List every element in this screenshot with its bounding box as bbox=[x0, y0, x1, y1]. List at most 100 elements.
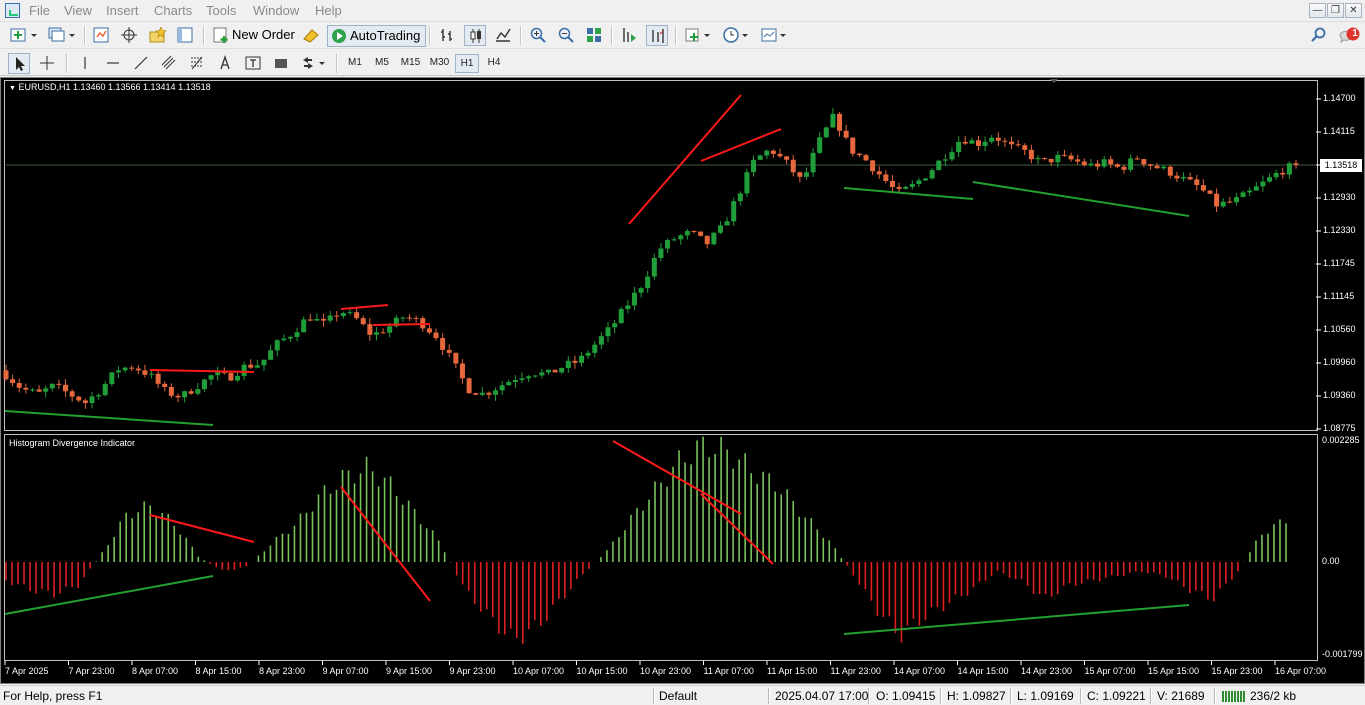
candle-bearish bbox=[883, 174, 889, 181]
candle-bearish bbox=[889, 180, 895, 188]
candle-bearish bbox=[1167, 166, 1173, 176]
time-axis-label: 10 Apr 07:00 bbox=[513, 666, 565, 676]
candle-bearish bbox=[440, 338, 446, 350]
candle-bullish bbox=[1247, 190, 1253, 193]
candle-bullish bbox=[956, 141, 962, 153]
candle-bullish bbox=[115, 370, 121, 373]
bar-datetime: 2025.04.07 17:00 bbox=[775, 689, 869, 703]
time-axis-label: 14 Apr 15:00 bbox=[957, 666, 1009, 676]
collapse-triangle-icon: ▼ bbox=[9, 85, 16, 92]
candle-bullish bbox=[565, 360, 571, 369]
candle-bullish bbox=[658, 248, 664, 258]
candle-bearish bbox=[426, 328, 432, 333]
candle-bullish bbox=[235, 375, 241, 381]
bar-low: L: 1.09169 bbox=[1017, 689, 1074, 703]
candle-bearish bbox=[82, 400, 88, 404]
candle-bearish bbox=[248, 364, 254, 368]
candle-bearish bbox=[856, 153, 862, 156]
time-axis-label: 15 Apr 07:00 bbox=[1084, 666, 1136, 676]
candle-bearish bbox=[1002, 140, 1008, 142]
candle-bearish bbox=[162, 383, 168, 387]
traffic-indicator: 236/2 kb bbox=[1250, 689, 1297, 703]
candle-bearish bbox=[453, 352, 459, 364]
bullish-divergence-line[interactable] bbox=[843, 187, 974, 200]
bullish-divergence-line[interactable] bbox=[4, 410, 214, 426]
candle-bearish bbox=[1174, 175, 1180, 179]
candle-bullish bbox=[1088, 163, 1094, 166]
candle-bearish bbox=[975, 140, 981, 146]
candle-bearish bbox=[770, 150, 776, 154]
candle-bullish bbox=[645, 276, 651, 289]
bearish-divergence-line[interactable] bbox=[372, 323, 431, 326]
chart-shift-marker[interactable] bbox=[1050, 79, 1058, 83]
candle-bullish bbox=[1233, 197, 1239, 203]
time-axis-label: 8 Apr 07:00 bbox=[132, 666, 179, 676]
candle-bullish bbox=[923, 178, 929, 181]
candle-bearish bbox=[307, 319, 313, 321]
candle-bearish bbox=[1015, 144, 1021, 146]
candle-bullish bbox=[929, 170, 935, 179]
indicator-axis-label: 0.00 bbox=[1322, 556, 1340, 566]
bearish-divergence-line[interactable] bbox=[340, 304, 389, 310]
candle-bullish bbox=[803, 172, 809, 177]
candle-bullish bbox=[400, 317, 406, 319]
candle-bearish bbox=[1121, 166, 1127, 170]
candle-bearish bbox=[876, 171, 882, 175]
help-hint: For Help, press F1 bbox=[3, 689, 103, 703]
candle-bullish bbox=[327, 315, 333, 321]
candle-bullish bbox=[215, 372, 221, 376]
candle-bearish bbox=[10, 379, 16, 384]
time-axis-label: 8 Apr 23:00 bbox=[259, 666, 306, 676]
candle-bullish bbox=[102, 384, 108, 396]
status-separator bbox=[653, 688, 654, 704]
candle-bearish bbox=[1095, 163, 1101, 167]
candle-bullish bbox=[43, 388, 49, 392]
candle-bullish bbox=[29, 389, 35, 391]
candle-bearish bbox=[354, 312, 360, 319]
candle-bullish bbox=[671, 239, 677, 241]
candle-bearish bbox=[1022, 145, 1028, 150]
time-axis-label: 11 Apr 15:00 bbox=[767, 666, 818, 676]
candle-bullish bbox=[294, 332, 300, 337]
candle-bullish bbox=[724, 221, 730, 226]
candle-bearish bbox=[896, 187, 902, 189]
candle-bullish bbox=[340, 313, 346, 317]
candle-bearish bbox=[446, 349, 452, 353]
candle-bearish bbox=[962, 141, 968, 144]
candle-bullish bbox=[499, 385, 505, 391]
candle-bearish bbox=[367, 324, 373, 335]
bearish-divergence-line[interactable] bbox=[628, 94, 742, 225]
bullish-divergence-line[interactable] bbox=[972, 181, 1190, 217]
candle-bullish bbox=[711, 232, 717, 245]
candle-bullish bbox=[909, 184, 915, 187]
candle-bullish bbox=[254, 365, 260, 368]
bearish-divergence-line[interactable] bbox=[700, 128, 782, 162]
candle-bullish bbox=[903, 186, 909, 189]
candle-bullish bbox=[519, 378, 525, 381]
candle-bearish bbox=[142, 370, 148, 375]
candle-bearish bbox=[69, 391, 75, 397]
candle-bearish bbox=[870, 160, 876, 172]
candle-bullish bbox=[764, 150, 770, 156]
time-axis-label: 10 Apr 23:00 bbox=[640, 666, 692, 676]
bearish-divergence-line[interactable] bbox=[149, 514, 255, 543]
bearish-divergence-line[interactable] bbox=[700, 493, 774, 565]
candle-bullish bbox=[942, 159, 948, 161]
candle-bearish bbox=[168, 386, 174, 396]
candle-bullish bbox=[989, 137, 995, 142]
candle-bullish bbox=[751, 159, 757, 173]
candle-bullish bbox=[208, 375, 214, 380]
candle-bullish bbox=[1128, 158, 1134, 170]
price-axis-label: 1.09360 bbox=[1323, 390, 1356, 400]
candle-bearish bbox=[188, 391, 194, 394]
bearish-divergence-line[interactable] bbox=[149, 369, 255, 373]
candle-bearish bbox=[797, 172, 803, 177]
bar-volume: V: 21689 bbox=[1157, 689, 1205, 703]
profile-name: Default bbox=[659, 689, 698, 703]
candle-bullish bbox=[89, 396, 95, 404]
candle-bearish bbox=[1200, 185, 1206, 191]
candle-bullish bbox=[817, 137, 823, 153]
candle-bullish bbox=[195, 389, 201, 394]
candle-bearish bbox=[63, 384, 69, 392]
candle-bearish bbox=[407, 317, 413, 319]
